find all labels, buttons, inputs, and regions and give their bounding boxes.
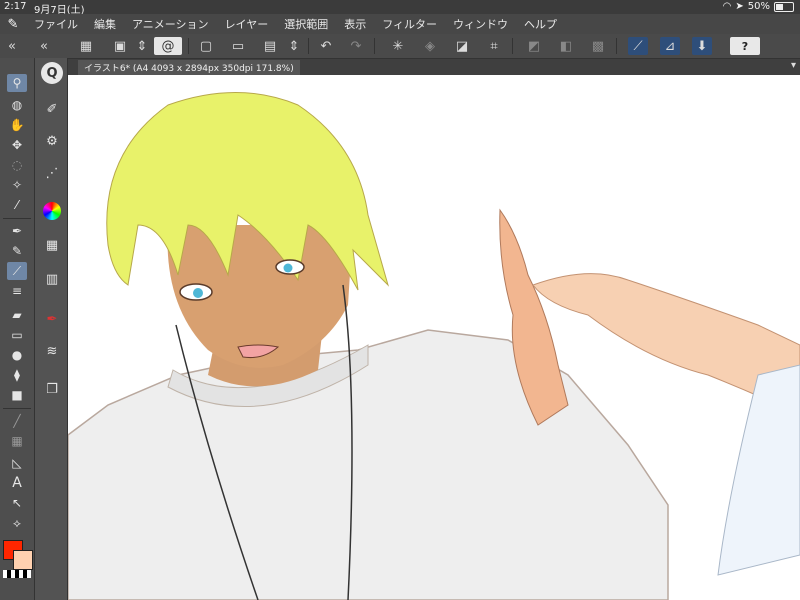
zoom-tool-2-icon[interactable]: ◍ xyxy=(7,96,27,114)
airbrush-tool-icon[interactable]: ≡ xyxy=(7,282,27,300)
sub-tool-palette: Q ✐ ⚙ ⋰ ▦ ▥ ✒ ≋ ❐ xyxy=(35,58,68,600)
select-all-icon[interactable]: ▩ xyxy=(588,37,608,55)
material-icon[interactable]: ❐ xyxy=(41,378,63,400)
menu-edit[interactable]: 編集 xyxy=(86,16,124,32)
correct-line-tool-icon[interactable]: ⟡ xyxy=(7,514,27,532)
search-icon[interactable]: Q xyxy=(41,62,63,84)
quick-access-icon[interactable]: ▣ xyxy=(110,37,130,55)
frame-tool-icon[interactable]: ▦ xyxy=(7,432,27,450)
decoration-tool-icon[interactable]: ▰ xyxy=(7,306,27,324)
document-tab-bar: イラスト6* (A4 4093 x 2894px 350dpi 171.8%) … xyxy=(68,59,800,75)
brush-size-icon[interactable]: ⋰ xyxy=(41,162,63,184)
tool-palette: ⚲ ◍ ✋ ✥ ◌ ✧ ⁄ ✒ ✎ ⟋ ≡ ▰ ▭ ● ⧫ ■ ╱ ▦ ◺ A … xyxy=(0,58,35,600)
status-bar: 2:17 9月7日(土) ◠ ➤ 50% xyxy=(0,0,800,16)
document-tab[interactable]: イラスト6* (A4 4093 x 2894px 350dpi 171.8%) xyxy=(78,60,300,75)
menu-filter[interactable]: フィルター xyxy=(374,16,445,32)
grid-snap-icon[interactable]: ⬇ xyxy=(692,37,712,55)
ruler-tool-icon[interactable]: ◺ xyxy=(7,454,27,472)
hand-tool-icon[interactable]: ✋ xyxy=(7,116,27,134)
save-arrows-icon[interactable]: ⇕ xyxy=(284,37,304,55)
menu-help[interactable]: ヘルプ xyxy=(516,16,565,32)
gradient-tool-icon[interactable]: ■ xyxy=(7,386,27,404)
blend-tool-icon[interactable]: ● xyxy=(7,346,27,364)
pen-tool-icon[interactable]: ✒ xyxy=(7,222,27,240)
color-set-icon[interactable]: ▦ xyxy=(41,234,63,256)
loading-icon[interactable]: ✳ xyxy=(388,37,408,55)
wifi-icon: ◠ xyxy=(722,1,732,12)
tab-menu-icon[interactable]: ▾ xyxy=(791,60,796,71)
save-icon[interactable]: ▤ xyxy=(260,37,280,55)
text-tool-icon[interactable]: A xyxy=(7,474,27,492)
menu-bar: ✎ ファイル 編集 アニメーション レイヤー 選択範囲 表示 フィルター ウィン… xyxy=(0,14,800,34)
figure-tool-icon[interactable]: ╱ xyxy=(7,412,27,430)
collapse-sub-icon[interactable]: « xyxy=(34,37,54,55)
layer-icon[interactable]: ≋ xyxy=(41,340,63,362)
illustration-artwork xyxy=(68,92,800,600)
color-wheel-icon[interactable] xyxy=(43,202,61,220)
csp-logo-icon[interactable]: ✎ xyxy=(0,14,26,34)
new-file-icon[interactable]: ▢ xyxy=(196,37,216,55)
menu-window[interactable]: ウィンドウ xyxy=(445,16,516,32)
menu-file[interactable]: ファイル xyxy=(26,16,86,32)
sub-color-swatch[interactable] xyxy=(13,550,33,570)
status-indicators: ◠ ➤ 50% xyxy=(723,1,794,12)
undo-icon[interactable]: ↶ xyxy=(316,37,336,55)
eyedropper-icon[interactable]: ⁄ xyxy=(7,196,27,214)
special-ruler-icon[interactable]: ⊿ xyxy=(660,37,680,55)
up-down-icon[interactable]: ⇕ xyxy=(132,37,152,55)
location-icon: ➤ xyxy=(735,1,744,12)
menu-layer[interactable]: レイヤー xyxy=(217,16,277,32)
layout-grid-icon[interactable]: ▦ xyxy=(76,37,96,55)
brush-tool-icon[interactable]: ⟋ xyxy=(7,262,27,280)
open-folder-icon[interactable]: ▭ xyxy=(228,37,248,55)
help-button[interactable]: ? xyxy=(730,37,760,55)
collapse-left-icon[interactable]: « xyxy=(2,37,22,55)
transparent-color-swatch[interactable] xyxy=(3,570,31,578)
battery-icon xyxy=(774,1,794,12)
menu-view[interactable]: 表示 xyxy=(336,16,374,32)
pencil-tool-icon[interactable]: ✎ xyxy=(7,242,27,260)
balloon-tool-icon[interactable]: ↖ xyxy=(7,494,27,512)
magic-wand-icon[interactable]: ✧ xyxy=(7,176,27,194)
sub-tool-detail-icon[interactable]: ✐ xyxy=(41,98,63,120)
invert-selection-icon[interactable]: ◧ xyxy=(556,37,576,55)
spiral-icon[interactable]: @ xyxy=(154,37,182,55)
tool-property-icon[interactable]: ⚙ xyxy=(41,130,63,152)
command-bar: « « ▦ ▣ ⇕ @ ▢ ▭ ▤ ⇕ ↶ ↷ ✳ ◈ ◪ ⌗ ◩ ◧ ▩ ⟋ … xyxy=(0,34,800,59)
clear-selection-icon[interactable]: ◩ xyxy=(524,37,544,55)
fill-tool-icon[interactable]: ⧫ xyxy=(7,366,27,384)
scale-icon[interactable]: ⌗ xyxy=(484,37,504,55)
menu-animation[interactable]: アニメーション xyxy=(124,16,217,32)
drawing-canvas[interactable] xyxy=(68,75,800,600)
layer-property-icon[interactable]: ✒ xyxy=(41,308,63,330)
status-time: 2:17 xyxy=(4,1,27,12)
eraser-icon[interactable]: ◪ xyxy=(452,37,472,55)
eraser-tool-icon[interactable]: ▭ xyxy=(7,326,27,344)
move-tool-icon[interactable]: ✥ xyxy=(7,136,27,154)
redo-icon[interactable]: ↷ xyxy=(346,37,366,55)
menu-selection[interactable]: 選択範囲 xyxy=(276,16,336,32)
ruler-snap-icon[interactable]: ⟋ xyxy=(628,37,648,55)
lasso-tool-icon[interactable]: ◌ xyxy=(7,156,27,174)
color-history-icon[interactable]: ▥ xyxy=(41,268,63,290)
zoom-tool-icon[interactable]: ⚲ xyxy=(7,74,27,92)
transform-icon[interactable]: ◈ xyxy=(420,37,440,55)
battery-percent: 50% xyxy=(747,1,770,12)
